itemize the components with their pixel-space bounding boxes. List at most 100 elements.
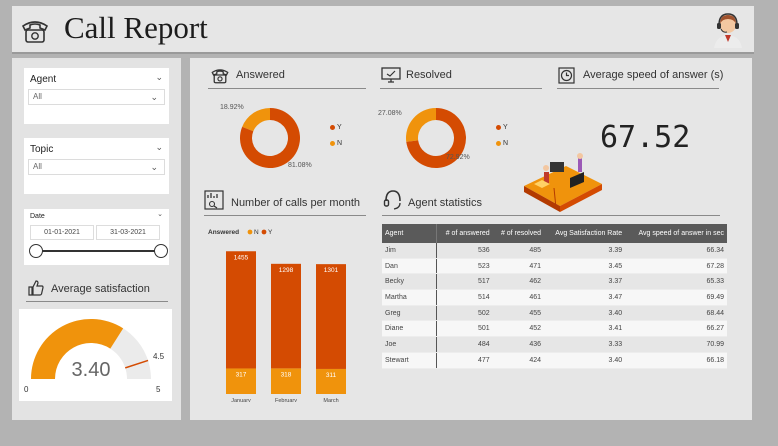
speed-divider (557, 88, 719, 89)
table-cell: 3.47 (544, 289, 626, 306)
topic-dropdown-value: All (33, 162, 42, 171)
answered-divider (208, 88, 366, 89)
agent-name-cell: Martha (382, 289, 437, 306)
answered-pct-y: 81.08% (288, 162, 312, 169)
column-header[interactable]: Agent (382, 224, 437, 243)
table-cell: 452 (492, 320, 545, 338)
date-start-input[interactable]: 01-01-2021 (30, 225, 94, 240)
table-cell: 455 (492, 305, 545, 322)
chart-bars: 317 1455 January 318 1298 February 311 1301 Marc… (226, 251, 346, 402)
calls-per-month-chart: Answered N Y 317 1455 January 318 1298 Februa… (208, 229, 346, 402)
table-row[interactable]: Dan 523 471 3.45 67.28 (382, 258, 727, 275)
calls-per-month-divider (204, 215, 366, 216)
table-cell: 67.28 (625, 258, 727, 275)
column-header[interactable]: Avg Satisfaction Rate (544, 224, 626, 243)
table-row[interactable]: Greg 502 455 3.40 68.44 (382, 305, 727, 322)
table-row[interactable]: Jim 536 485 3.39 66.34 (382, 243, 727, 259)
monitor-check-icon (381, 67, 401, 83)
agent-stats-title: Agent statistics (408, 197, 482, 209)
thumbs-up-icon (28, 280, 44, 296)
agent-dropdown[interactable]: All ⌄ (28, 89, 165, 105)
call-agent-avatar-icon (714, 13, 742, 48)
satisfaction-title: Average satisfaction (51, 283, 150, 295)
date-range-start-handle[interactable] (29, 244, 43, 258)
answered-legend-y: Y (330, 124, 342, 131)
agent-name-cell: Stewart (382, 352, 437, 369)
call-center-illustration (524, 153, 602, 212)
table-row[interactable]: Becky 517 462 3.37 65.33 (382, 273, 727, 291)
agent-slicer-title: Agent (30, 74, 57, 85)
agent-name-cell: Joe (382, 336, 437, 353)
speed-title: Average speed of answer (s) (583, 69, 724, 81)
table-cell: 484 (435, 336, 493, 353)
calls-per-month-title: Number of calls per month (231, 197, 360, 209)
chevron-down-icon: ⌄ (150, 162, 158, 172)
chevron-down-icon[interactable]: ⌄ (155, 72, 163, 83)
date-end-input[interactable]: 31-03-2021 (96, 225, 160, 240)
bar-segment-y[interactable] (226, 251, 256, 369)
column-header[interactable]: # of resolved (492, 224, 545, 243)
table-cell: 462 (492, 273, 545, 291)
column-header[interactable]: Avg speed of answer in sec (625, 224, 727, 243)
table-cell: 436 (492, 336, 545, 353)
table-cell: 536 (435, 243, 493, 259)
resolved-legend-n: N (496, 140, 508, 147)
chevron-down-icon[interactable]: ⌄ (155, 142, 163, 153)
table-cell: 66.34 (625, 243, 727, 259)
table-cell: 461 (492, 289, 545, 306)
gauge-min-label: 0 (24, 385, 29, 394)
topic-slicer: Topic ⌄ All ⌄ (24, 138, 169, 194)
table-cell: 502 (435, 305, 493, 322)
chevron-down-icon[interactable]: ⌄ (157, 210, 163, 218)
table-cell: 68.44 (625, 305, 727, 322)
agent-name-cell: Dan (382, 258, 437, 275)
legend-y-swatch (261, 229, 267, 235)
agent-stats-table: Agent # of answered # of resolved Avg Satis… (382, 224, 727, 369)
x-axis-tick-label: January (231, 398, 251, 402)
resolved-legend-y: Y (496, 124, 508, 131)
bar-data-label: 1301 (324, 267, 339, 274)
date-slicer: Date ⌄ 01-01-2021 31-03-2021 (24, 209, 169, 265)
table-cell: 69.49 (625, 289, 727, 306)
table-cell: 65.33 (625, 273, 727, 291)
legend-n-swatch (247, 229, 253, 235)
bar-data-label: 1298 (279, 267, 294, 274)
answered-pct-n: 18.92% (220, 104, 244, 111)
agent-name-cell: Jim (382, 243, 437, 259)
bar-segment-y[interactable] (271, 263, 301, 369)
topic-dropdown[interactable]: All ⌄ (28, 159, 165, 175)
column-header[interactable]: # of answered (435, 224, 493, 243)
headset-icon (383, 190, 401, 210)
donut-slice-n[interactable] (406, 108, 436, 142)
date-range-end-handle[interactable] (154, 244, 168, 258)
table-row[interactable]: Diane 501 452 3.41 66.27 (382, 320, 727, 338)
speed-value: 67.52 (600, 120, 691, 155)
table-row[interactable]: Martha 514 461 3.47 69.49 (382, 289, 727, 306)
table-cell: 485 (492, 243, 545, 259)
table-cell: 3.40 (544, 305, 626, 322)
bar-data-label: 1455 (234, 254, 249, 261)
agent-name-cell: Greg (382, 305, 437, 322)
satisfaction-value: 3.40 (71, 359, 111, 381)
satisfaction-gauge (31, 319, 151, 379)
table-cell: 3.40 (544, 352, 626, 369)
x-axis-tick-label: March (323, 398, 338, 402)
table-cell: 523 (435, 258, 493, 275)
bar-segment-y[interactable] (316, 264, 346, 369)
table-cell: 3.41 (544, 320, 626, 338)
agent-slicer: Agent ⌄ All ⌄ (24, 68, 169, 124)
resolved-title: Resolved (406, 69, 452, 81)
date-slicer-title: Date (30, 213, 45, 220)
donut-slice-n[interactable] (242, 108, 270, 132)
answered-title: Answered (236, 69, 285, 81)
answered-legend-n: N (330, 140, 342, 147)
satisfaction-gauge-card: 3.40 0 5 4.5 (19, 309, 172, 401)
answered-donut-slices (240, 108, 300, 168)
agent-name-cell: Diane (382, 320, 437, 338)
gauge-target-label: 4.5 (153, 352, 165, 361)
agent-dropdown-value: All (33, 92, 42, 101)
table-cell: 501 (435, 320, 493, 338)
table-row[interactable]: Joe 484 436 3.33 70.99 (382, 336, 727, 353)
table-cell: 3.45 (544, 258, 626, 275)
table-row[interactable]: Stewart 477 424 3.40 66.18 (382, 352, 727, 369)
